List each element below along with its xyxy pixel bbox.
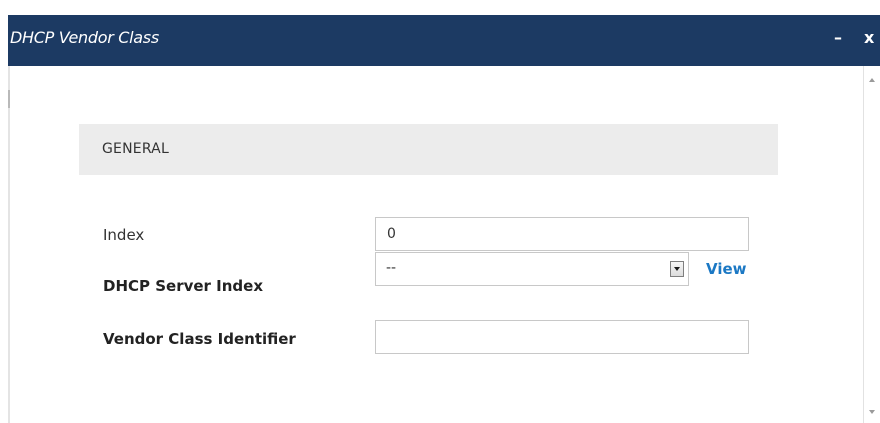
index-label: Index — [103, 226, 145, 244]
section-title: GENERAL — [102, 141, 169, 157]
background-strip — [0, 0, 880, 15]
scroll-down-arrow-icon[interactable] — [869, 410, 875, 414]
scroll-up-arrow-icon[interactable] — [869, 78, 875, 82]
dialog-left-edge-marker — [8, 90, 10, 108]
dhcp-server-index-label: DHCP Server Index — [103, 277, 264, 295]
dialog-title: DHCP Vendor Class — [10, 28, 159, 47]
vertical-scrollbar[interactable] — [863, 66, 880, 423]
vendor-class-identifier-input[interactable] — [375, 320, 749, 354]
close-button[interactable]: x — [864, 28, 874, 48]
vendor-class-identifier-label: Vendor Class Identifier — [103, 330, 296, 348]
dhcp-server-index-select[interactable]: -- — [375, 252, 689, 286]
page: DHCP Vendor Class – x GENERAL Index DHCP… — [0, 0, 880, 423]
dialog-left-edge — [8, 66, 10, 423]
dialog-titlebar[interactable]: DHCP Vendor Class – x — [8, 15, 880, 66]
chevron-down-icon[interactable] — [670, 261, 684, 277]
view-link[interactable]: View — [706, 260, 747, 278]
index-input[interactable] — [375, 217, 749, 251]
minimize-button[interactable]: – — [834, 28, 842, 48]
general-section-header: GENERAL — [79, 124, 778, 175]
dhcp-server-index-selected-value: -- — [386, 260, 397, 276]
